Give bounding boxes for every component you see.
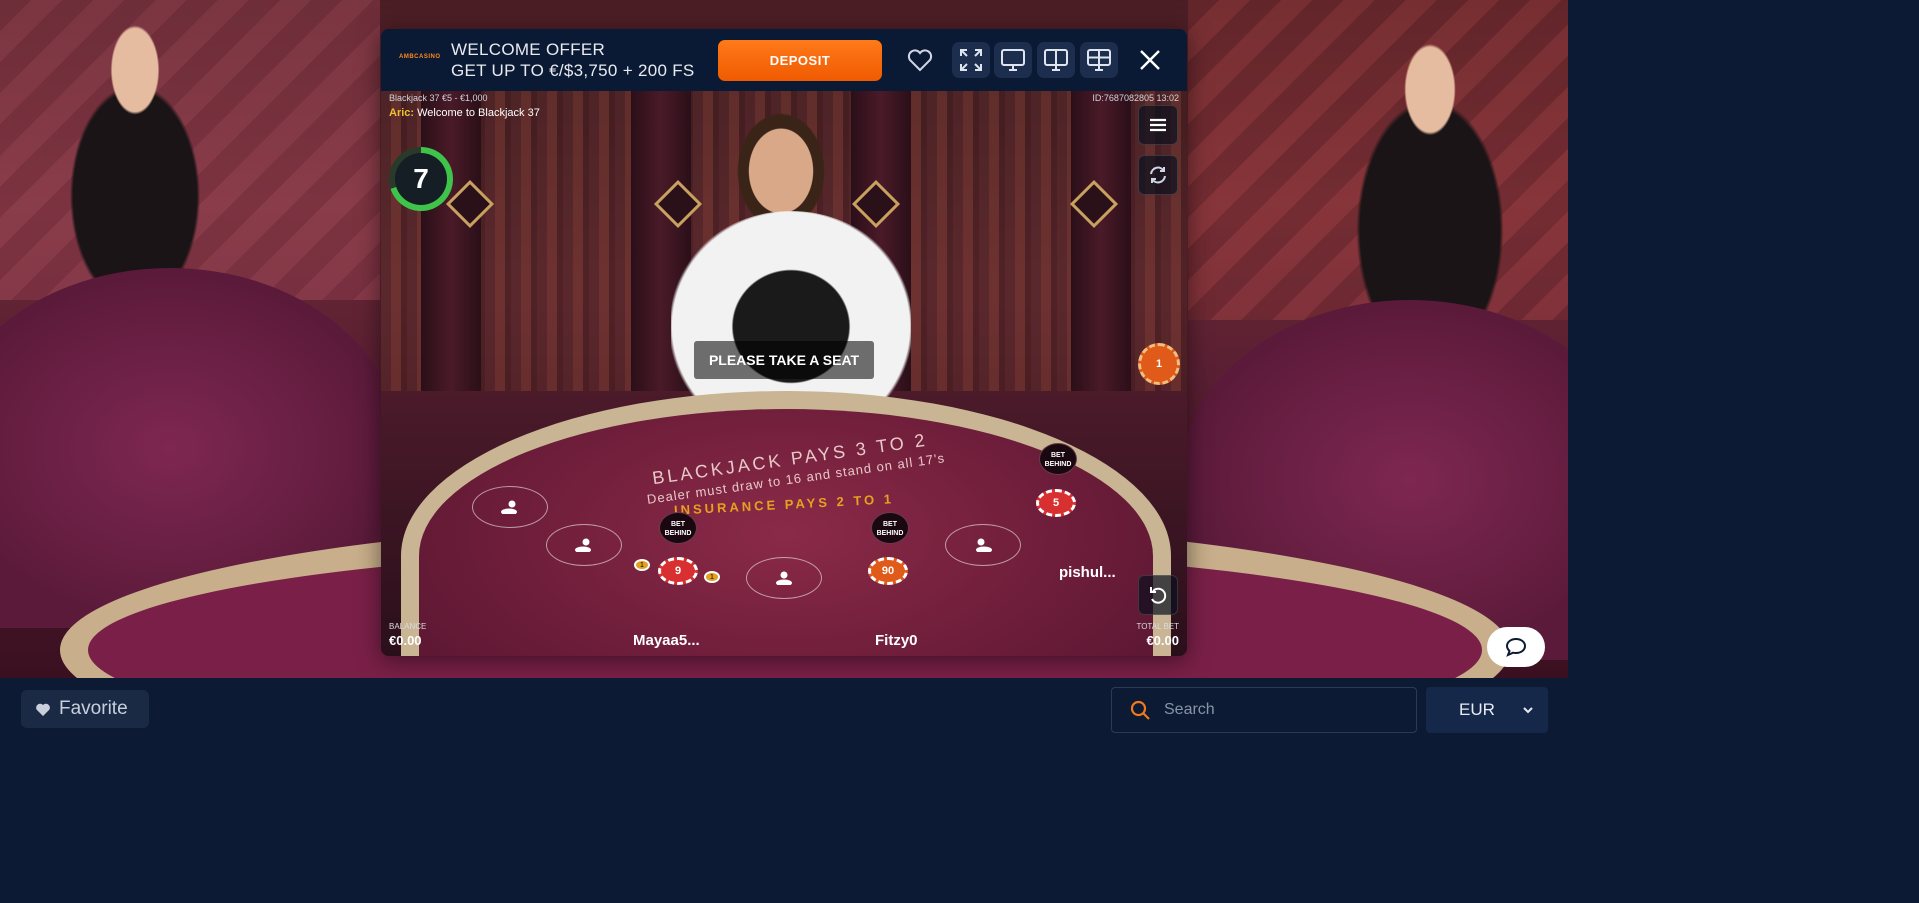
grid-view-button[interactable] xyxy=(1080,42,1118,78)
chat-bubble-icon xyxy=(1505,637,1527,657)
refresh-icon xyxy=(1150,166,1166,184)
refresh-button[interactable] xyxy=(1138,155,1178,195)
offer-details: GET UP TO €/$3,750 + 200 FS xyxy=(451,61,695,80)
seat-2[interactable] xyxy=(546,524,622,566)
dealer-head xyxy=(731,105,831,225)
seat-4[interactable] xyxy=(746,557,822,599)
table-info: Blackjack 37 €5 - €1,000 xyxy=(389,93,488,103)
heart-icon xyxy=(36,703,50,716)
timer-value: 7 xyxy=(395,153,447,205)
casino-logo: AMBCASINO xyxy=(399,54,441,60)
game-window: AMBCASINO WELCOME OFFER GET UP TO €/$3,7… xyxy=(381,29,1187,656)
favorite-button[interactable]: Favorite xyxy=(21,690,149,728)
balance-label: BALANCE xyxy=(389,622,427,631)
seat-person-icon xyxy=(501,500,517,514)
backdrop-pillar xyxy=(421,91,481,391)
search-icon xyxy=(1130,700,1150,720)
chat-text: Welcome to Blackjack 37 xyxy=(417,107,540,119)
deposit-button[interactable]: DEPOSIT xyxy=(718,40,882,81)
total-bet-label: TOTAL BET xyxy=(1136,622,1179,631)
bet-behind-badge[interactable]: BET BEHIND xyxy=(1039,443,1077,475)
total-bet-value: €0.00 xyxy=(1146,633,1179,648)
chevron-down-icon xyxy=(1523,706,1533,713)
round-id-time: ID:7687082805 13:02 xyxy=(1092,93,1179,103)
player-name-center: Fitzy0 xyxy=(875,632,918,649)
chat-button[interactable] xyxy=(1487,627,1545,667)
live-video-area: BLACKJACK PAYS 3 TO 2 Dealer must draw t… xyxy=(381,91,1187,656)
chat-message: Aric: Welcome to Blackjack 37 xyxy=(389,107,540,119)
bet-behind-badge[interactable]: BET BEHIND xyxy=(659,512,697,544)
fullscreen-button[interactable] xyxy=(952,42,990,78)
undo-button[interactable] xyxy=(1138,575,1178,615)
dealer-body xyxy=(671,211,911,421)
menu-button[interactable] xyxy=(1138,105,1178,145)
grid-view-icon xyxy=(1087,49,1111,71)
favorite-heart-button[interactable] xyxy=(901,42,939,78)
search-input[interactable] xyxy=(1164,701,1384,719)
close-icon xyxy=(1140,50,1160,70)
seat-person-icon xyxy=(976,538,992,552)
split-view-icon xyxy=(1044,49,1068,71)
seat-person-icon xyxy=(776,571,792,585)
currency-select[interactable]: EUR xyxy=(1426,687,1548,733)
backdrop-pillar xyxy=(1071,91,1131,391)
heart-icon xyxy=(907,49,933,72)
seat-1[interactable] xyxy=(472,486,548,528)
offer-title: WELCOME OFFER xyxy=(451,40,606,59)
single-view-button[interactable] xyxy=(994,42,1032,78)
favorite-label: Favorite xyxy=(59,698,128,719)
search-box[interactable] xyxy=(1111,687,1417,733)
balance-value: €0.00 xyxy=(389,633,422,648)
bet-timer: 7 xyxy=(389,147,453,211)
bet-behind-badge[interactable]: BET BEHIND xyxy=(871,512,909,544)
fullscreen-icon xyxy=(960,49,982,71)
bet-chip: 90 xyxy=(868,557,908,585)
chat-author: Aric: xyxy=(389,107,415,119)
player-name-left: Mayaa5... xyxy=(633,632,700,649)
side-bet-chip: 1 xyxy=(704,571,720,583)
close-button[interactable] xyxy=(1131,42,1169,78)
undo-icon xyxy=(1150,587,1167,604)
currency-value: EUR xyxy=(1459,700,1495,719)
side-bet-chip: 1 xyxy=(634,559,650,571)
welcome-offer[interactable]: WELCOME OFFER GET UP TO €/$3,750 + 200 F… xyxy=(451,39,695,81)
bet-chip: 5 xyxy=(1036,489,1076,517)
background-dealer-left xyxy=(20,0,250,280)
split-view-button[interactable] xyxy=(1037,42,1075,78)
player-name-right: pishul... xyxy=(1059,564,1116,581)
take-seat-prompt: PLEASE TAKE A SEAT xyxy=(694,341,874,379)
bet-chip: 9 xyxy=(658,557,698,585)
seat-person-icon xyxy=(575,538,591,552)
chip-stack[interactable]: 1 xyxy=(1138,343,1180,385)
game-topbar: AMBCASINO WELCOME OFFER GET UP TO €/$3,7… xyxy=(381,29,1187,91)
footer-bar: Favorite EUR xyxy=(0,678,1568,738)
hamburger-menu-icon xyxy=(1150,118,1166,132)
background-dealer-right xyxy=(1300,0,1560,320)
seat-6[interactable] xyxy=(945,524,1021,566)
single-view-icon xyxy=(1001,49,1025,71)
